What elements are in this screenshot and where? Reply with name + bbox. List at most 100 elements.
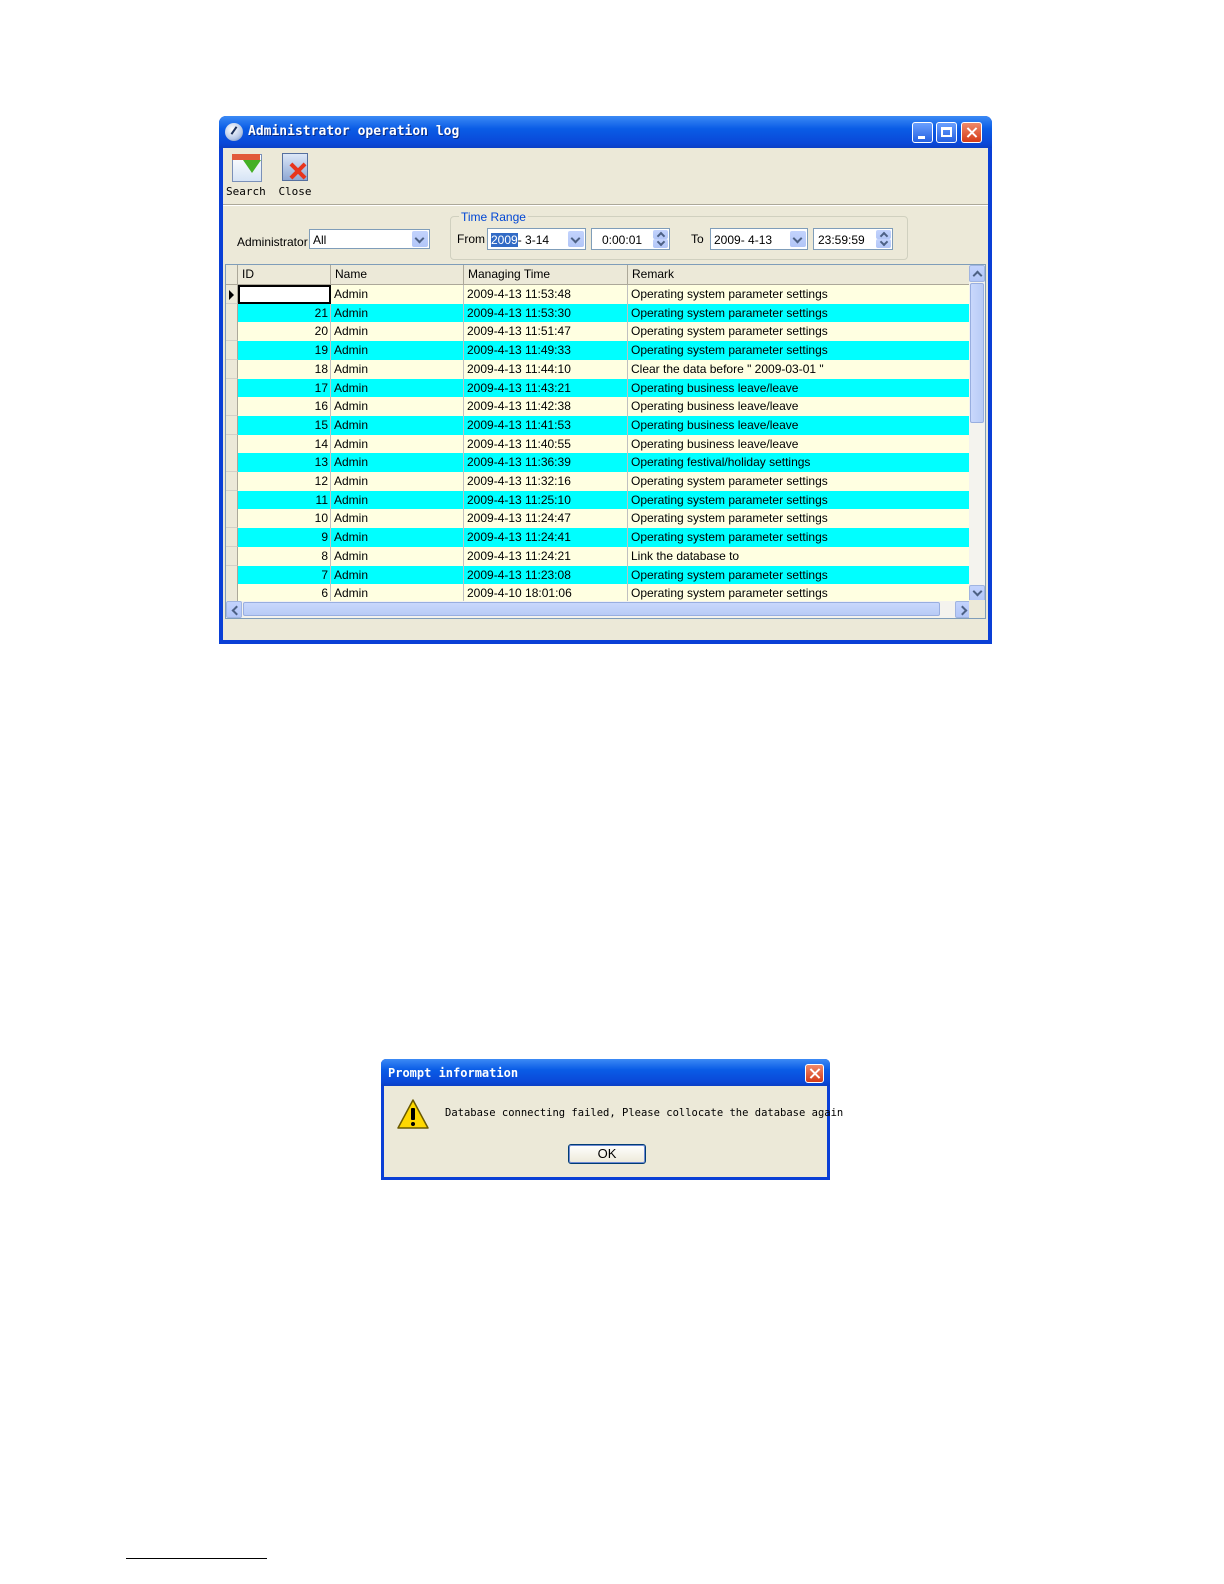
chevron-down-icon[interactable] [790,231,806,247]
table-row[interactable]: 7 Admin 2009-4-13 11:23:08 Operating system… [226,565,971,585]
table-row[interactable]: Admin 2009-4-13 11:53:48 Operating system … [226,285,971,304]
id-cell[interactable]: 13 [238,453,331,473]
name-cell[interactable]: Admin [331,509,464,529]
name-cell[interactable]: Admin [331,415,464,435]
id-cell[interactable] [238,285,331,304]
id-cell[interactable]: 8 [238,546,331,566]
time-cell[interactable]: 2009-4-13 11:23:08 [464,565,628,585]
name-cell[interactable]: Admin [331,397,464,417]
remark-cell[interactable]: Operating system parameter settings [628,285,971,304]
id-cell[interactable]: 16 [238,397,331,417]
remark-cell[interactable]: Operating system parameter settings [628,303,971,323]
from-date-picker[interactable]: 2009- 3-14 [487,228,586,250]
id-cell[interactable]: 19 [238,341,331,361]
remark-cell[interactable]: Operating system parameter settings [628,490,971,510]
to-date-picker[interactable]: 2009- 4-13 [710,228,808,250]
table-row[interactable]: 14 Admin 2009-4-13 11:40:55 Operating busin… [226,434,971,454]
horizontal-scrollbar[interactable] [226,601,971,618]
id-cell[interactable]: 14 [238,434,331,454]
time-cell[interactable]: 2009-4-13 11:42:38 [464,397,628,417]
current-row-indicator-icon[interactable] [226,285,238,304]
time-cell[interactable]: 2009-4-13 11:51:47 [464,322,628,342]
minimize-button[interactable] [912,122,933,143]
name-cell[interactable]: Admin [331,453,464,473]
name-cell[interactable]: Admin [331,565,464,585]
time-cell[interactable]: 2009-4-13 11:25:10 [464,490,628,510]
id-cell[interactable]: 20 [238,322,331,342]
to-time-spinner[interactable]: 23:59:59 [813,228,893,250]
time-cell[interactable]: 2009-4-13 11:24:47 [464,509,628,529]
table-row[interactable]: 16 Admin 2009-4-13 11:42:38 Operating busin… [226,397,971,417]
time-cell[interactable]: 2009-4-13 11:44:10 [464,359,628,379]
row-indicator[interactable] [226,472,238,491]
spin-down-icon[interactable] [876,239,891,248]
time-cell[interactable]: 2009-4-13 11:53:48 [464,285,628,304]
remark-cell[interactable]: Operating system parameter settings [628,528,971,548]
table-row[interactable]: 15 Admin 2009-4-13 11:41:53 Operating busin… [226,415,971,435]
remark-cell[interactable]: Operating business leave/leave [628,415,971,435]
name-cell[interactable]: Admin [331,378,464,398]
chevron-down-icon[interactable] [568,231,584,247]
search-button[interactable]: Search [226,151,266,198]
id-cell[interactable]: 10 [238,509,331,529]
from-time-spinner[interactable]: 0:00:01 [591,228,670,250]
time-cell[interactable]: 2009-4-13 11:32:16 [464,472,628,491]
table-row[interactable]: 18 Admin 2009-4-13 11:44:10 Clear the data … [226,359,971,379]
remark-cell[interactable]: Operating system parameter settings [628,509,971,529]
row-indicator[interactable] [226,303,238,323]
table-row[interactable]: 10 Admin 2009-4-13 11:24:47 Operating syste… [226,509,971,529]
name-cell[interactable]: Admin [331,472,464,491]
row-indicator[interactable] [226,453,238,473]
remark-cell[interactable]: Operating system parameter settings [628,341,971,361]
table-row[interactable]: 13 Admin 2009-4-13 11:36:39 Operating festi… [226,453,971,473]
name-cell[interactable]: Admin [331,285,464,304]
time-cell[interactable]: 2009-4-13 11:24:41 [464,528,628,548]
row-indicator[interactable] [226,415,238,435]
table-row[interactable]: 20 Admin 2009-4-13 11:51:47 Operating syste… [226,322,971,342]
remark-cell[interactable]: Operating system parameter settings [628,322,971,342]
id-cell[interactable]: 17 [238,378,331,398]
log-grid[interactable]: ID Name Managing Time Remark Admin 2009-4… [225,264,986,619]
row-indicator[interactable] [226,434,238,454]
remark-cell[interactable]: Operating system parameter settings [628,472,971,491]
column-header-id[interactable]: ID [238,265,331,284]
ok-button[interactable]: OK [568,1144,646,1164]
name-cell[interactable]: Admin [331,546,464,566]
id-cell[interactable]: 11 [238,490,331,510]
spin-down-icon[interactable] [653,239,668,248]
row-indicator[interactable] [226,397,238,417]
name-cell[interactable]: Admin [331,341,464,361]
id-cell[interactable]: 21 [238,303,331,323]
name-cell[interactable]: Admin [331,490,464,510]
scroll-up-icon[interactable] [969,265,985,282]
dialog-titlebar[interactable]: Prompt information [381,1059,830,1086]
name-cell[interactable]: Admin [331,359,464,379]
id-cell[interactable]: 18 [238,359,331,379]
row-indicator[interactable] [226,490,238,510]
time-cell[interactable]: 2009-4-13 11:43:21 [464,378,628,398]
table-row[interactable]: 21 Admin 2009-4-13 11:53:30 Operating syste… [226,303,971,323]
column-header-remark[interactable]: Remark [628,265,971,284]
id-cell[interactable]: 15 [238,415,331,435]
id-cell[interactable]: 7 [238,565,331,585]
name-cell[interactable]: Admin [331,303,464,323]
row-indicator[interactable] [226,359,238,379]
dialog-close-button[interactable] [805,1064,824,1083]
row-indicator[interactable] [226,528,238,548]
time-cell[interactable]: 2009-4-13 11:49:33 [464,341,628,361]
horizontal-scroll-thumb[interactable] [243,602,940,616]
table-row[interactable]: 12 Admin 2009-4-13 11:32:16 Operating syste… [226,472,971,491]
administrator-select[interactable]: All [309,229,430,249]
row-indicator[interactable] [226,509,238,529]
window-titlebar[interactable]: Administrator operation log [219,116,992,148]
table-row[interactable]: 9 Admin 2009-4-13 11:24:41 Operating system… [226,528,971,548]
name-cell[interactable]: Admin [331,528,464,548]
id-cell[interactable]: 12 [238,472,331,491]
name-cell[interactable]: Admin [331,322,464,342]
time-cell[interactable]: 2009-4-13 11:24:21 [464,546,628,566]
time-cell[interactable]: 2009-4-13 11:36:39 [464,453,628,473]
column-header-name[interactable]: Name [331,265,464,284]
vertical-scrollbar[interactable] [969,265,985,602]
remark-cell[interactable]: Operating system parameter settings [628,565,971,585]
remark-cell[interactable]: Operating business leave/leave [628,397,971,417]
